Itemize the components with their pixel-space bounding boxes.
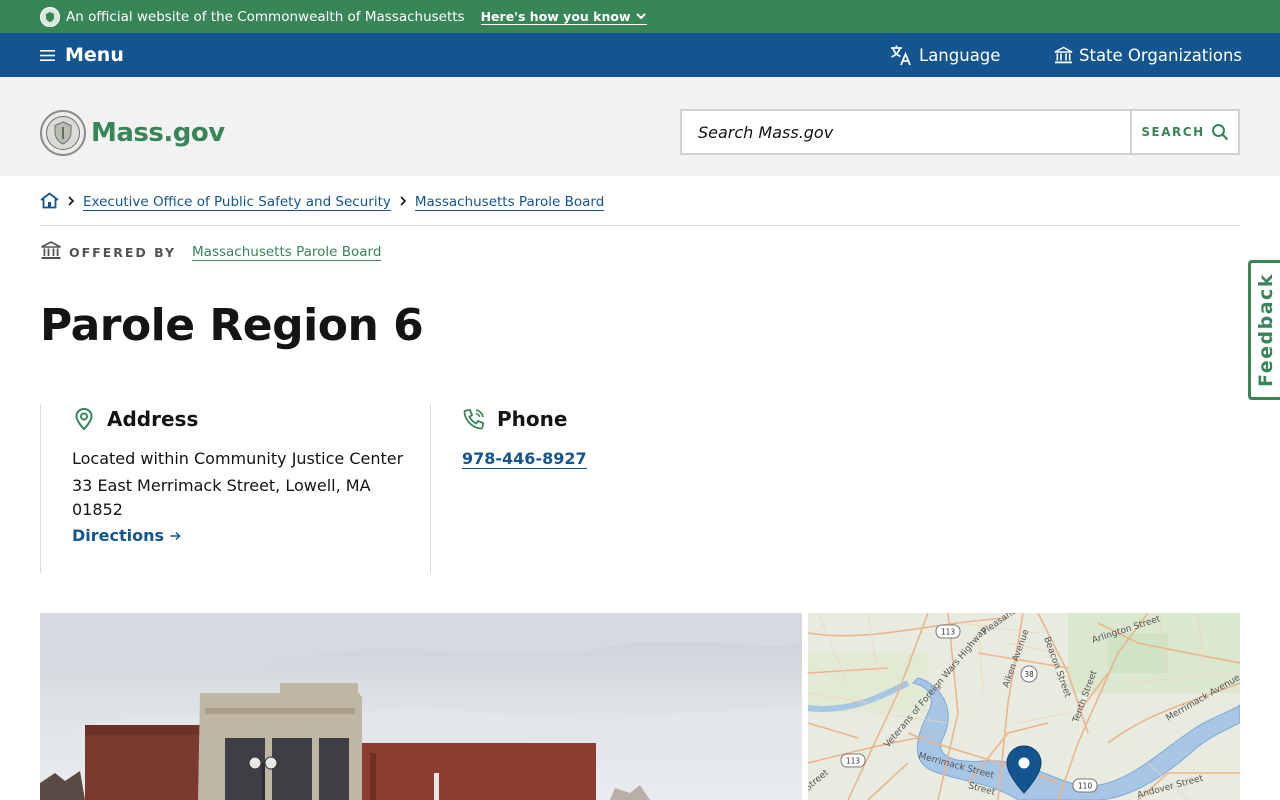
translate-icon (891, 45, 911, 66)
feedback-tab[interactable]: Feedback (1248, 260, 1280, 400)
breadcrumb-link-parole-board[interactable]: Massachusetts Parole Board (414, 194, 605, 211)
search-button[interactable]: SEARCH (1130, 111, 1238, 153)
page-title: Parole Region 6 (40, 300, 424, 351)
home-link[interactable] (40, 191, 59, 213)
utility-nav: Menu Language State Organizations (0, 33, 1280, 77)
search-icon (1211, 124, 1228, 141)
offered-by-label: OFFERED BY (69, 244, 177, 260)
phone-icon (463, 409, 484, 430)
address-heading-label: Address (107, 407, 199, 431)
directions-label: Directions (72, 526, 165, 545)
address-location-name: Located within Community Justice Center (72, 449, 404, 468)
home-icon (40, 191, 59, 208)
official-banner: An official website of the Commonwealth … (0, 0, 1280, 33)
building-photo-drawing (40, 613, 802, 800)
building-photo (40, 613, 802, 800)
menu-button[interactable]: Menu (40, 33, 124, 77)
map-marker-icon (75, 407, 93, 431)
address-section: Address Located within Community Justice… (40, 404, 430, 573)
map-label-route-113: 113 (941, 628, 956, 637)
phone-number-link[interactable]: 978-446-8927 (462, 449, 587, 469)
map-label-route-113-west: 113 (846, 757, 861, 766)
site-header: Mass.gov SEARCH (0, 77, 1280, 176)
chevron-right-icon (67, 194, 75, 210)
breadcrumb-link-eopss[interactable]: Executive Office of Public Safety and Se… (83, 194, 391, 211)
breadcrumb-divider (40, 225, 1240, 226)
address-zip: 01852 (72, 500, 123, 519)
official-banner-text: An official website of the Commonwealth … (66, 8, 465, 25)
chevron-right-icon (399, 194, 407, 210)
how-you-know-toggle[interactable]: Here's how you know (480, 8, 647, 25)
language-button[interactable]: Language (889, 33, 1000, 77)
hamburger-icon (40, 49, 55, 61)
state-organizations-button[interactable]: State Organizations (1054, 33, 1242, 77)
address-heading: Address (72, 407, 198, 431)
building-icon (40, 240, 62, 264)
offered-by-org-link[interactable]: Massachusetts Parole Board (192, 244, 382, 261)
phone-heading-label: Phone (497, 407, 568, 431)
directions-link[interactable]: Directions (72, 526, 181, 545)
phone-section: Phone 978-446-8927 (430, 404, 820, 573)
logo-text: Mass.gov (91, 118, 225, 148)
location-map[interactable]: 113 38 113 110 Pleasant Arlington Street… (808, 613, 1240, 800)
state-organizations-label: State Organizations (1079, 45, 1243, 65)
map-label-route-110: 110 (1078, 782, 1093, 791)
mass-gov-logo[interactable]: Mass.gov (40, 110, 225, 156)
massachusetts-seal-icon (40, 6, 60, 27)
map-label-route-38: 38 (1024, 670, 1034, 679)
language-label: Language (919, 45, 1001, 65)
search-form: SEARCH (680, 109, 1240, 155)
offered-by: OFFERED BY Massachusetts Parole Board (40, 240, 382, 264)
commonwealth-seal-icon (40, 110, 86, 156)
breadcrumb: Executive Office of Public Safety and Se… (40, 190, 605, 214)
menu-label: Menu (65, 44, 124, 66)
search-input[interactable] (682, 111, 1130, 153)
how-you-know-label: Here's how you know (480, 8, 631, 24)
feedback-label: Feedback (1254, 273, 1277, 387)
search-button-label: SEARCH (1141, 125, 1205, 139)
chevron-down-icon (635, 13, 646, 20)
phone-heading: Phone (462, 407, 567, 431)
building-icon (1054, 46, 1073, 64)
map-drawing: 113 38 113 110 Pleasant Arlington Street… (808, 613, 1240, 800)
address-street: 33 East Merrimack Street, Lowell, MA (72, 476, 371, 495)
address-text: 33 East Merrimack Street, Lowell, MA 018… (72, 474, 372, 522)
arrow-right-icon (170, 531, 181, 540)
